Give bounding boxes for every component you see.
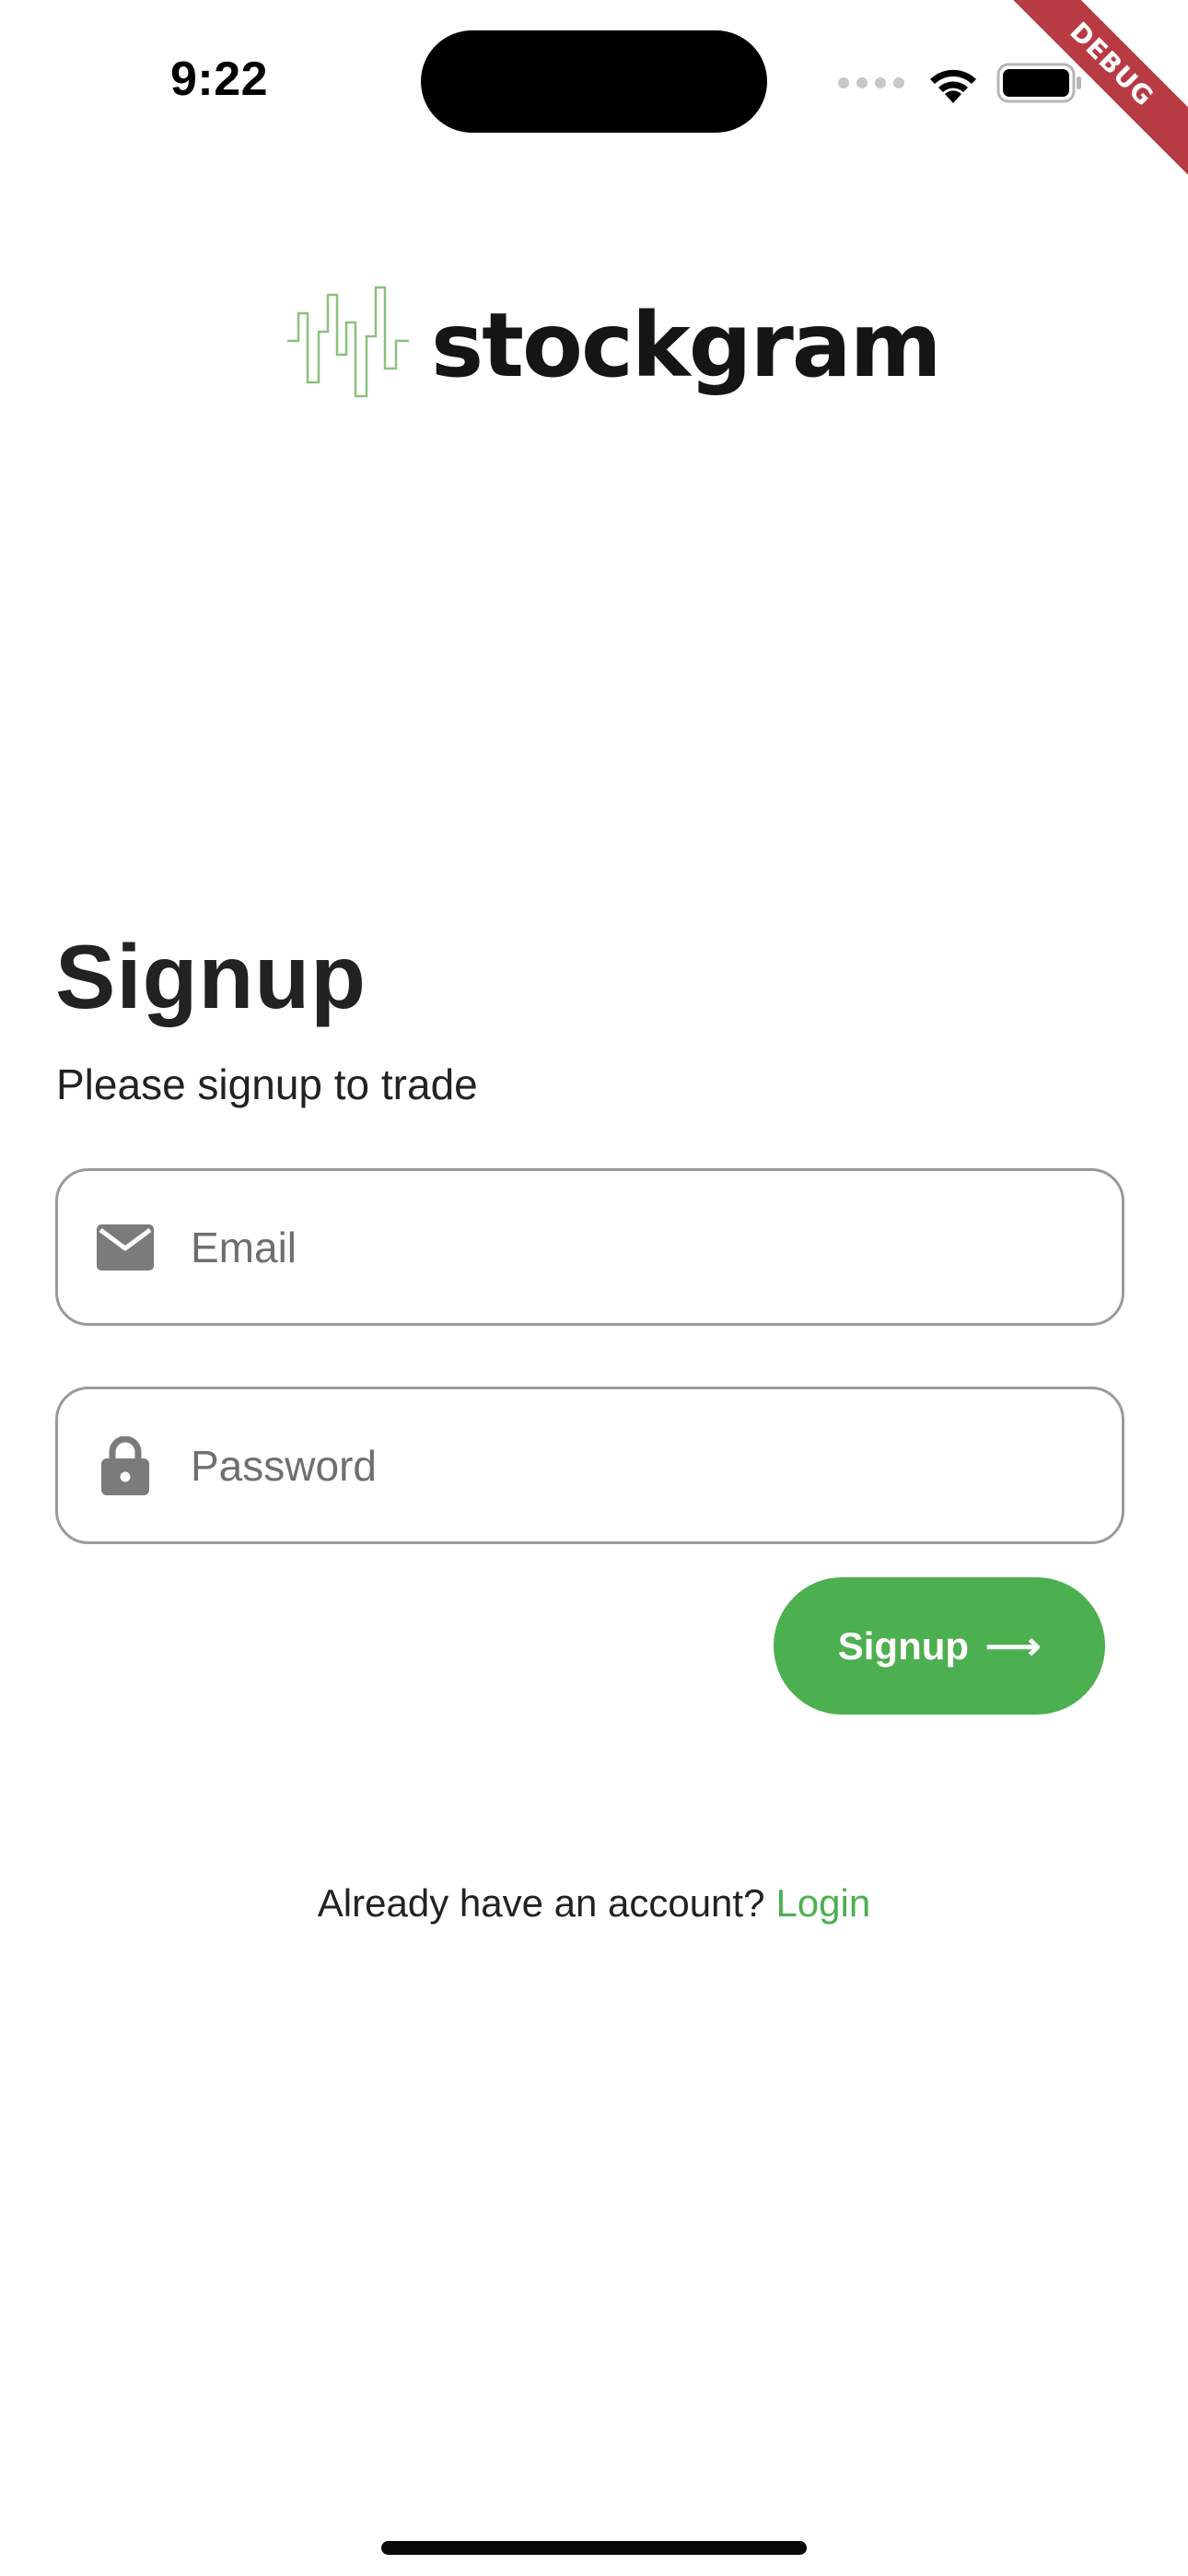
password-field[interactable]: [55, 1387, 1124, 1544]
email-field[interactable]: [55, 1168, 1124, 1326]
lock-icon: [93, 1434, 157, 1498]
page-subtitle: Please signup to trade: [56, 1060, 478, 1108]
login-prompt: Already have an account? Login: [0, 1876, 1188, 1931]
arrow-right-icon: ⟶: [985, 1624, 1042, 1668]
signup-button-label: Signup: [837, 1623, 970, 1668]
page-title: Signup: [55, 926, 367, 1027]
home-indicator[interactable]: [381, 2541, 807, 2555]
login-link[interactable]: Login: [775, 1881, 870, 1925]
debug-banner: DEBUG: [1004, 0, 1188, 184]
email-icon: [93, 1215, 157, 1280]
email-input[interactable]: [191, 1222, 1075, 1272]
debug-banner-label: DEBUG: [1004, 0, 1188, 176]
app-logo-text: stockgram: [431, 294, 942, 397]
dynamic-island: [421, 30, 767, 133]
status-time: 9:22: [170, 53, 269, 106]
app-logo: stockgram: [285, 281, 942, 410]
stock-bars-icon: [287, 286, 409, 398]
login-prompt-text: Already have an account?: [317, 1881, 765, 1925]
signup-button[interactable]: Signup ⟶: [774, 1577, 1105, 1715]
cellular-signal-icon: [838, 77, 904, 88]
password-input[interactable]: [191, 1440, 1075, 1491]
wifi-icon: [930, 69, 976, 103]
